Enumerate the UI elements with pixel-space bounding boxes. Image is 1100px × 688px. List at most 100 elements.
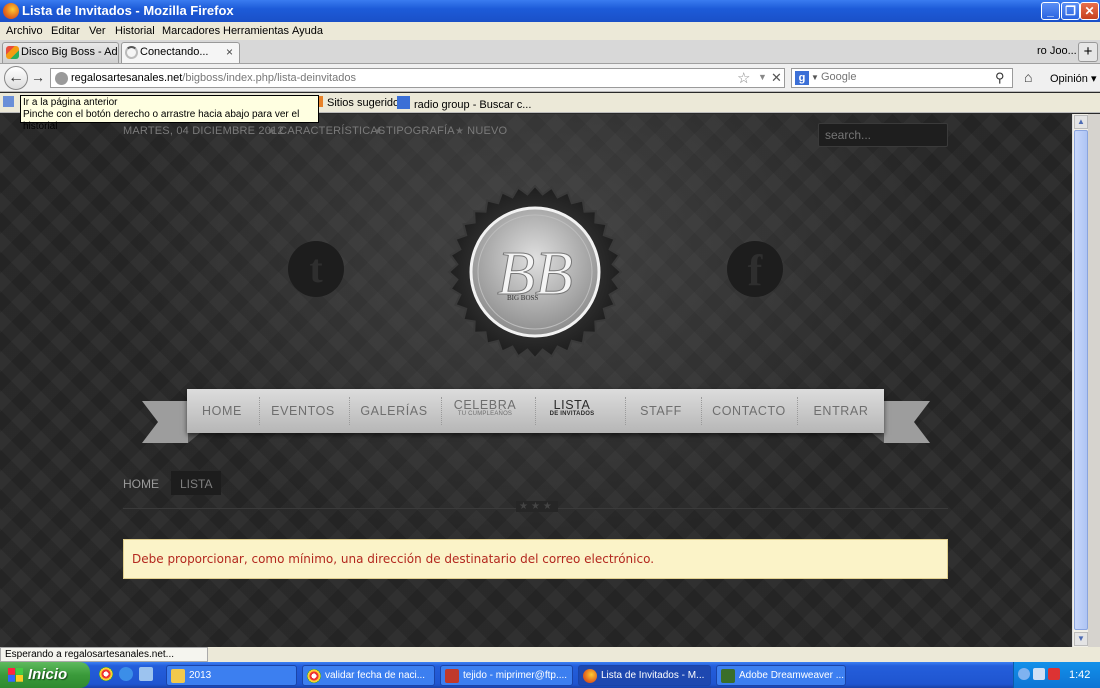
tab-disco-big-boss[interactable]: Disco Big Boss - Admi... <box>2 42 119 63</box>
menu-ayuda[interactable]: Ayuda <box>292 25 323 37</box>
tab-close-icon[interactable]: × <box>226 45 233 59</box>
loading-spinner-icon <box>125 46 138 59</box>
site-search-input[interactable] <box>818 123 948 147</box>
star-icon: ★ <box>455 126 465 137</box>
home-icon[interactable]: ⌂ <box>1024 69 1032 85</box>
bookmark-label: radio group - Buscar c... <box>414 99 532 111</box>
tab-bar: Disco Big Boss - Admi... Conectando... ×… <box>0 40 1100 64</box>
big-boss-logo[interactable]: BB BIG BOSS <box>445 182 625 362</box>
site-link-label: NUEVO <box>467 125 508 137</box>
scrollbar-thumb[interactable] <box>1074 130 1088 630</box>
site-link-label: TIPOGRAFÍA <box>386 125 455 137</box>
search-icon[interactable]: ⚲ <box>995 70 1005 86</box>
scroll-up-icon[interactable]: ▲ <box>1074 115 1088 129</box>
network-icon[interactable] <box>1033 668 1045 680</box>
menu-editar[interactable]: Editar <box>51 25 80 37</box>
browser-search-input[interactable] <box>821 71 991 83</box>
opinion-label: Opinión <box>1050 73 1088 85</box>
menu-historial[interactable]: Historial <box>115 25 155 37</box>
bookmark-sidebar-icon[interactable] <box>3 96 18 109</box>
close-window-button[interactable]: ✕ <box>1080 2 1099 20</box>
task-validar-fecha[interactable]: validar fecha de naci... <box>302 665 435 686</box>
task-label: validar fecha de naci... <box>325 670 426 681</box>
forward-arrow-icon[interactable]: → <box>31 69 45 85</box>
menu-herramientas[interactable]: Herramientas <box>223 25 289 37</box>
internet-explorer-icon[interactable] <box>119 667 133 681</box>
url-dropdown-icon[interactable]: ▼ <box>758 72 767 82</box>
task-2013[interactable]: 2013 <box>166 665 297 686</box>
nav-contacto[interactable]: CONTACTO <box>709 389 789 433</box>
url-path: /bigboss/index.php/lista-deinvitados <box>182 72 356 84</box>
task-label: Lista de Invitados - M... <box>601 670 705 681</box>
main-nav-ribbon: HOME EVENTOS GALERÍAS CELEBRA TU CUMPLEAÑ… <box>187 389 884 433</box>
bookmark-label: Sitios sugeridos <box>327 97 405 109</box>
nav-staff[interactable]: STAFF <box>633 389 689 433</box>
nav-separator <box>797 397 798 425</box>
nav-celebra[interactable]: CELEBRA TU CUMPLEAÑOS <box>449 389 521 433</box>
facebook-icon[interactable]: f <box>727 241 783 297</box>
nav-galerias[interactable]: GALERÍAS <box>357 389 431 433</box>
nav-eventos[interactable]: EVENTOS <box>267 389 339 433</box>
menu-bar: Archivo Editar Ver Historial Marcadores … <box>0 22 1100 40</box>
minimize-button[interactable]: _ <box>1041 2 1060 20</box>
opinion-button[interactable]: Opinión ▾ <box>1050 72 1097 85</box>
scroll-down-icon[interactable]: ▼ <box>1074 632 1088 646</box>
window-title: Lista de Invitados - Mozilla Firefox <box>22 3 234 18</box>
start-button[interactable]: Inicio <box>0 662 90 688</box>
nav-separator <box>701 397 702 425</box>
bookmark-sitios-sugeridos[interactable]: Sitios sugeridos <box>316 96 405 109</box>
star-icon: ★ <box>374 126 384 137</box>
show-desktop-icon[interactable] <box>139 667 153 681</box>
google-icon[interactable]: g <box>795 71 809 85</box>
task-firefox[interactable]: Lista de Invitados - M... <box>578 665 711 686</box>
navigation-bar: ← → regalosartesanales.net/bigboss/index… <box>0 64 1100 92</box>
web-page: MARTES, 04 DICIEMBRE 2012 ★ CARACTERÍSTIC… <box>0 114 1072 647</box>
nav-label: EVENTOS <box>271 404 335 418</box>
chrome-icon[interactable] <box>99 667 113 681</box>
tab-conectando[interactable]: Conectando... × <box>121 42 240 63</box>
joomla-icon <box>6 46 19 59</box>
breadcrumb-home[interactable]: HOME <box>123 477 159 491</box>
stop-icon[interactable]: ✕ <box>771 70 782 86</box>
engine-dropdown-icon[interactable]: ▼ <box>811 73 819 82</box>
tab-overflow-label[interactable]: ro Joo... <box>1037 45 1077 57</box>
status-text: Esperando a regalosartesanales.net... <box>0 647 208 662</box>
tray-arrow-icon[interactable] <box>1018 668 1030 680</box>
menu-ver[interactable]: Ver <box>89 25 106 37</box>
maximize-button[interactable]: ❐ <box>1061 2 1080 20</box>
nav-lista[interactable]: LISTA DE INVITADOS <box>543 389 601 433</box>
menu-marcadores[interactable]: Marcadores <box>162 25 220 37</box>
site-link-nuevo[interactable]: ★ NUEVO <box>455 125 507 137</box>
menu-archivo[interactable]: Archivo <box>6 25 43 37</box>
security-alert-icon[interactable] <box>1048 668 1060 680</box>
vertical-scrollbar[interactable]: ▲ ▼ <box>1072 114 1088 647</box>
twitter-icon[interactable]: t <box>288 241 344 297</box>
browser-search-box[interactable]: g ▼ ⚲ <box>791 68 1013 88</box>
error-message: Debe proporcionar, como mínimo, una dire… <box>123 539 948 579</box>
task-dreamweaver[interactable]: Adobe Dreamweaver ... <box>716 665 846 686</box>
nav-separator <box>441 397 442 425</box>
nav-label: HOME <box>202 404 242 418</box>
url-text[interactable]: regalosartesanales.net/bigboss/index.php… <box>71 72 356 84</box>
task-filezilla[interactable]: tejido - miprimer@ftp.... <box>440 665 573 686</box>
globe-icon <box>55 72 68 85</box>
bookmark-star-icon[interactable]: ☆ <box>737 69 750 87</box>
tab-label: Disco Big Boss - Admi... <box>21 46 118 58</box>
google-icon <box>397 96 410 109</box>
firefox-icon <box>583 669 597 683</box>
windows-taskbar: Inicio 2013 validar fecha de naci... tej… <box>0 662 1100 688</box>
nav-separator <box>535 397 536 425</box>
back-arrow-icon[interactable]: ← <box>4 66 28 90</box>
back-button-tooltip: Ir a la página anterior Pinche con el bo… <box>20 95 319 132</box>
nav-entrar[interactable]: ENTRAR <box>805 389 877 433</box>
new-tab-button[interactable]: + <box>1078 42 1098 62</box>
firefox-icon <box>3 3 19 19</box>
nav-label: STAFF <box>640 404 682 418</box>
site-link-tipografia[interactable]: ★ TIPOGRAFÍA <box>374 125 455 137</box>
bookmark-radio-group[interactable]: radio group - Buscar c... <box>397 96 531 111</box>
tab-label: Conectando... <box>140 46 209 58</box>
nav-separator <box>625 397 626 425</box>
nav-home[interactable]: HOME <box>193 389 251 433</box>
url-bar[interactable]: regalosartesanales.net/bigboss/index.php… <box>50 68 785 88</box>
nav-label: GALERÍAS <box>360 404 428 418</box>
